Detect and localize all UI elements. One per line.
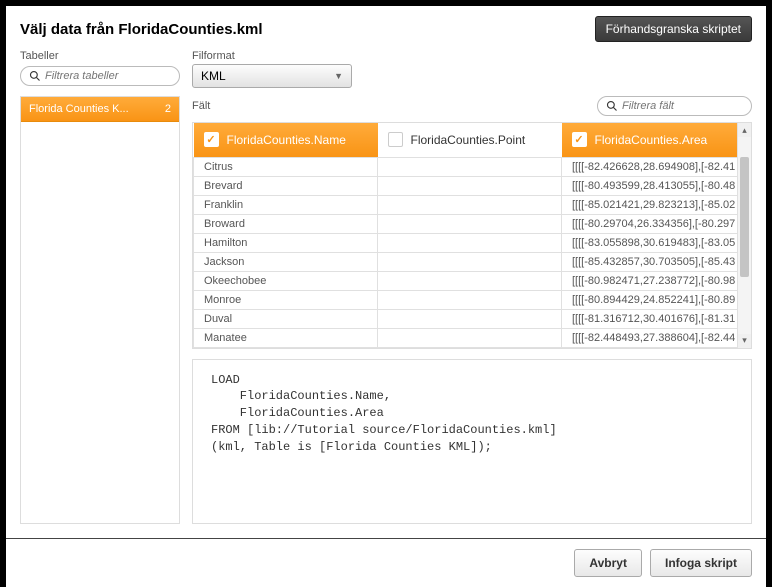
filter-fields-input[interactable] — [622, 100, 743, 112]
table-row[interactable]: Citrus [[[[-82.426628,28.694908],[-82.41 — [194, 157, 751, 176]
table-row[interactable]: Manatee [[[[-82.448493,27.388604],[-82.44 — [194, 328, 751, 347]
filter-tables-search[interactable] — [20, 66, 180, 86]
column-header-area[interactable]: FloridaCounties.Area — [562, 123, 751, 157]
cancel-button[interactable]: Avbryt — [574, 549, 642, 577]
fields-label: Fält — [192, 100, 210, 112]
cell-point — [378, 271, 562, 290]
cell-point — [378, 328, 562, 347]
cell-point — [378, 157, 562, 176]
cell-point — [378, 176, 562, 195]
fileformat-dropdown[interactable]: KML ▼ — [192, 64, 352, 88]
cell-point — [378, 214, 562, 233]
filter-tables-input[interactable] — [45, 70, 171, 82]
dropdown-value: KML — [201, 69, 226, 83]
cell-name: Duval — [194, 309, 378, 328]
column-header-point[interactable]: FloridaCounties.Point — [378, 123, 562, 157]
column-label: FloridaCounties.Area — [595, 133, 708, 147]
search-icon — [29, 70, 41, 82]
cell-area: [[[[-85.432857,30.703505],[-85.43 — [562, 252, 751, 271]
script-preview: LOAD FloridaCounties.Name, FloridaCounti… — [192, 359, 752, 525]
column-label: FloridaCounties.Point — [411, 133, 526, 147]
table-row[interactable]: Brevard [[[[-80.493599,28.413055],[-80.48 — [194, 176, 751, 195]
scroll-thumb[interactable] — [740, 157, 749, 277]
preview-script-button[interactable]: Förhandsgranska skriptet — [595, 16, 752, 42]
insert-script-button[interactable]: Infoga skript — [650, 549, 752, 577]
cell-area: [[[[-82.448493,27.388604],[-82.44 — [562, 328, 751, 347]
cell-point — [378, 252, 562, 271]
cell-area: [[[[-80.29704,26.334356],[-80.297 — [562, 214, 751, 233]
search-icon — [606, 100, 618, 112]
cell-area: [[[[-81.316712,30.401676],[-81.31 — [562, 309, 751, 328]
sidebar-item-table[interactable]: Florida Counties K... 2 — [21, 97, 179, 122]
cell-name: Monroe — [194, 290, 378, 309]
cell-name: Broward — [194, 214, 378, 233]
table-row[interactable]: Hamilton [[[[-83.055898,30.619483],[-83.0… — [194, 233, 751, 252]
table-row[interactable]: Franklin [[[[-85.021421,29.823213],[-85.0… — [194, 195, 751, 214]
column-header-name[interactable]: FloridaCounties.Name — [194, 123, 378, 157]
cell-name: Brevard — [194, 176, 378, 195]
table-row[interactable]: Okeechobee [[[[-80.982471,27.238772],[-80… — [194, 271, 751, 290]
cell-point — [378, 233, 562, 252]
cell-area: [[[[-82.426628,28.694908],[-82.41 — [562, 157, 751, 176]
cell-area: [[[[-80.894429,24.852241],[-80.89 — [562, 290, 751, 309]
table-row[interactable]: Monroe [[[[-80.894429,24.852241],[-80.89 — [194, 290, 751, 309]
column-label: FloridaCounties.Name — [227, 133, 346, 147]
cell-point — [378, 309, 562, 328]
cell-name: Jackson — [194, 252, 378, 271]
cell-name: Franklin — [194, 195, 378, 214]
tables-sidebar: Florida Counties K... 2 — [20, 96, 180, 524]
cell-name: Hamilton — [194, 233, 378, 252]
cell-point — [378, 290, 562, 309]
table-row[interactable]: Duval [[[[-81.316712,30.401676],[-81.31 — [194, 309, 751, 328]
cell-name: Manatee — [194, 328, 378, 347]
chevron-down-icon: ▼ — [334, 71, 343, 81]
filter-fields-search[interactable] — [597, 96, 752, 116]
checkbox-on-icon[interactable] — [572, 132, 587, 147]
cell-area: [[[[-80.982471,27.238772],[-80.98 — [562, 271, 751, 290]
cell-name: Okeechobee — [194, 271, 378, 290]
checkbox-off-icon[interactable] — [388, 132, 403, 147]
cell-name: Citrus — [194, 157, 378, 176]
vertical-scrollbar[interactable]: ▴ ▾ — [737, 123, 751, 348]
sidebar-item-count: 2 — [165, 103, 171, 115]
cell-area: [[[[-80.493599,28.413055],[-80.48 — [562, 176, 751, 195]
cell-point — [378, 195, 562, 214]
scroll-down-icon[interactable]: ▾ — [738, 334, 751, 348]
fields-table: FloridaCounties.Name FloridaCounties.Poi… — [192, 122, 752, 349]
scroll-up-icon[interactable]: ▴ — [738, 123, 751, 137]
tables-label: Tabeller — [20, 50, 180, 62]
table-row[interactable]: Broward [[[[-80.29704,26.334356],[-80.297 — [194, 214, 751, 233]
dialog-title: Välj data från FloridaCounties.kml — [20, 21, 263, 38]
sidebar-item-label: Florida Counties K... — [29, 103, 129, 115]
table-row[interactable]: Jackson [[[[-85.432857,30.703505],[-85.43 — [194, 252, 751, 271]
cell-area: [[[[-85.021421,29.823213],[-85.02 — [562, 195, 751, 214]
checkbox-on-icon[interactable] — [204, 132, 219, 147]
fileformat-label: Filformat — [192, 50, 752, 62]
cell-area: [[[[-83.055898,30.619483],[-83.05 — [562, 233, 751, 252]
